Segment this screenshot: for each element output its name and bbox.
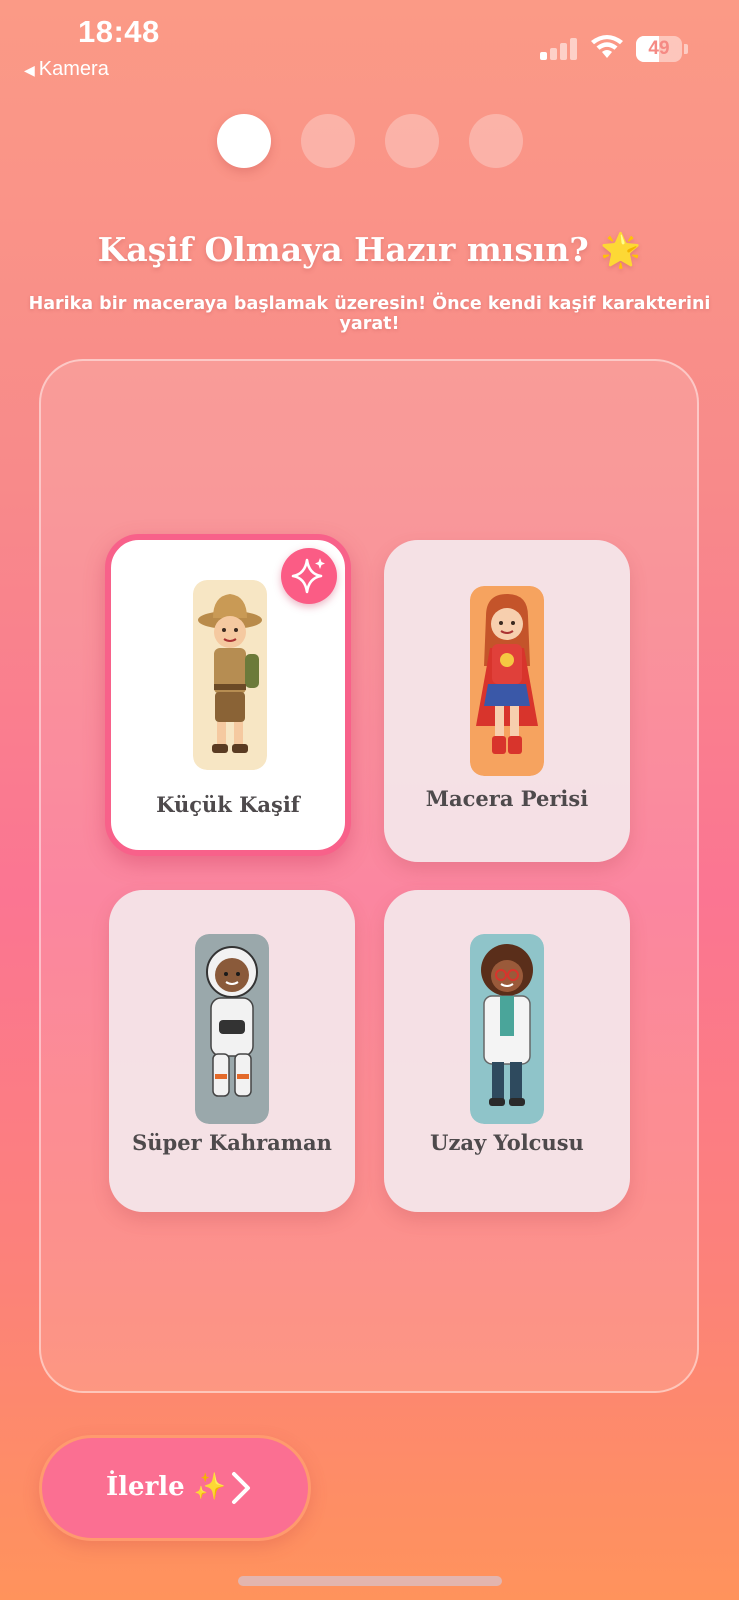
explorer-icon [193, 580, 267, 770]
step-dot-1 [217, 114, 271, 168]
character-card-super-kahraman[interactable]: Süper Kahraman [109, 890, 355, 1212]
home-indicator [238, 1576, 502, 1586]
chevron-right-icon [232, 1472, 250, 1504]
wifi-icon [591, 35, 623, 58]
battery-icon: 49 [636, 36, 688, 62]
character-card-macera-perisi[interactable]: Macera Perisi [384, 540, 630, 862]
step-dot-3 [385, 114, 439, 168]
status-time: 18:48 [78, 14, 160, 49]
superhero-girl-icon [470, 586, 544, 776]
character-panel [39, 359, 699, 1393]
character-label: Macera Perisi [425, 786, 589, 811]
back-triangle-icon: ◀ [24, 62, 35, 78]
character-label: Uzay Yolcusu [430, 1130, 584, 1155]
page-subtitle: Harika bir maceraya başlamak üzeresin! Ö… [28, 294, 711, 334]
signal-icon [540, 38, 580, 60]
astronaut-icon [195, 934, 269, 1124]
character-card-kucuk-kasif[interactable]: Küçük Kaşif [105, 534, 351, 856]
scientist-icon [470, 934, 544, 1124]
back-to-camera-link[interactable]: ◀ Kamera [24, 58, 109, 81]
back-label: Kamera [38, 58, 109, 80]
next-button[interactable]: İlerle ✨ [39, 1435, 311, 1541]
page-title: Kaşif Olmaya Hazır mısın? 🌟 [97, 230, 642, 269]
character-label: Küçük Kaşif [156, 792, 300, 817]
character-label: Süper Kahraman [132, 1130, 332, 1155]
step-dot-4 [469, 114, 523, 168]
step-indicator [217, 114, 523, 168]
battery-percent: 49 [648, 38, 670, 59]
sparkle-icon [291, 558, 325, 594]
next-button-label: İlerle ✨ [106, 1472, 227, 1502]
step-dot-2 [301, 114, 355, 168]
character-card-uzay-yolcusu[interactable]: Uzay Yolcusu [384, 890, 630, 1212]
selected-sparkle-badge [281, 548, 337, 604]
